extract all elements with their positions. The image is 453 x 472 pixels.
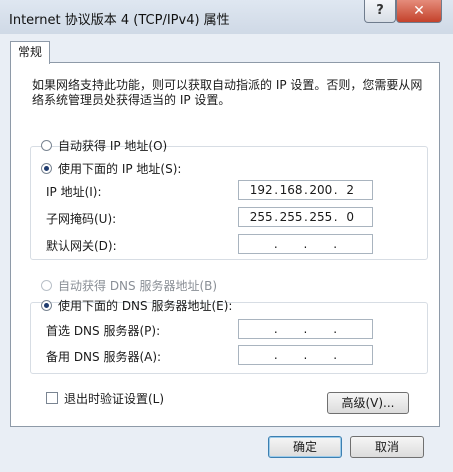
preferred-dns-label: 首选 DNS 服务器(P):	[46, 324, 161, 338]
octet-separator: .	[333, 183, 338, 197]
ip-octet: 255	[309, 210, 333, 224]
ip-auto-label[interactable]: 自动获得 IP 地址(O)	[58, 137, 167, 154]
octet-separator: .	[333, 210, 338, 224]
description-text: 如果网络支持此功能，则可以获取自动指派的 IP 设置。否则，您需要从网络系统管理…	[32, 78, 423, 107]
ip-manual-radio[interactable]	[41, 163, 52, 174]
octet-separator: .	[333, 348, 338, 362]
alternate-dns-label: 备用 DNS 服务器(A):	[46, 350, 162, 364]
ip-octet: 192	[249, 183, 273, 197]
default-gateway-label: 默认网关(D):	[46, 239, 117, 253]
dns-manual-radio[interactable]	[41, 300, 52, 311]
cancel-button[interactable]: 取消	[350, 436, 424, 458]
octet-separator: .	[333, 237, 338, 251]
dns-manual-label[interactable]: 使用下面的 DNS 服务器地址(E):	[58, 297, 232, 314]
close-button[interactable]: ✕	[396, 0, 442, 23]
ip-octet: 255	[249, 210, 273, 224]
default-gateway-input[interactable]: . . .	[238, 234, 373, 254]
octet-separator: .	[273, 322, 278, 336]
octet-separator: .	[273, 348, 278, 362]
ip-octet: 200	[309, 183, 333, 197]
subnet-mask-input[interactable]: 255. 255. 255. 0	[238, 207, 373, 227]
preferred-dns-input[interactable]: . . .	[238, 319, 373, 339]
ip-auto-radio[interactable]	[41, 140, 52, 151]
octet-separator: .	[304, 183, 308, 197]
alternate-dns-input[interactable]: . . .	[238, 345, 373, 365]
ip-octet: 0	[346, 210, 354, 224]
ip-address-label: IP 地址(I):	[46, 185, 102, 199]
tab-general[interactable]: 常规	[10, 41, 50, 64]
dns-auto-label[interactable]: 自动获得 DNS 服务器地址(B)	[58, 277, 217, 294]
octet-separator: .	[333, 322, 338, 336]
close-icon: ✕	[413, 3, 425, 19]
ok-button[interactable]: 确定	[268, 436, 342, 458]
octet-separator: .	[274, 210, 279, 224]
octet-separator: .	[273, 237, 278, 251]
validate-on-exit-label[interactable]: 退出时验证设置(L)	[64, 390, 164, 407]
ip-address-input[interactable]: 192. 168. 200. 2	[238, 180, 373, 200]
dns-auto-radio[interactable]	[41, 280, 52, 291]
window-title: Internet 协议版本 4 (TCP/IPv4) 属性	[9, 13, 230, 28]
subnet-mask-label: 子网掩码(U):	[46, 212, 117, 226]
validate-on-exit-checkbox[interactable]	[46, 392, 58, 404]
ip-octet: 255	[279, 210, 303, 224]
help-button[interactable]: ?	[364, 0, 396, 23]
help-icon: ?	[376, 3, 384, 18]
octet-separator: .	[303, 322, 308, 336]
ip-manual-label[interactable]: 使用下面的 IP 地址(S):	[58, 160, 181, 177]
octet-separator: .	[304, 210, 308, 224]
octet-separator: .	[303, 237, 308, 251]
octet-separator: .	[274, 183, 279, 197]
ip-octet: 2	[346, 183, 354, 197]
octet-separator: .	[303, 348, 308, 362]
advanced-button[interactable]: 高级(V)...	[327, 392, 409, 414]
ip-octet: 168	[279, 183, 303, 197]
